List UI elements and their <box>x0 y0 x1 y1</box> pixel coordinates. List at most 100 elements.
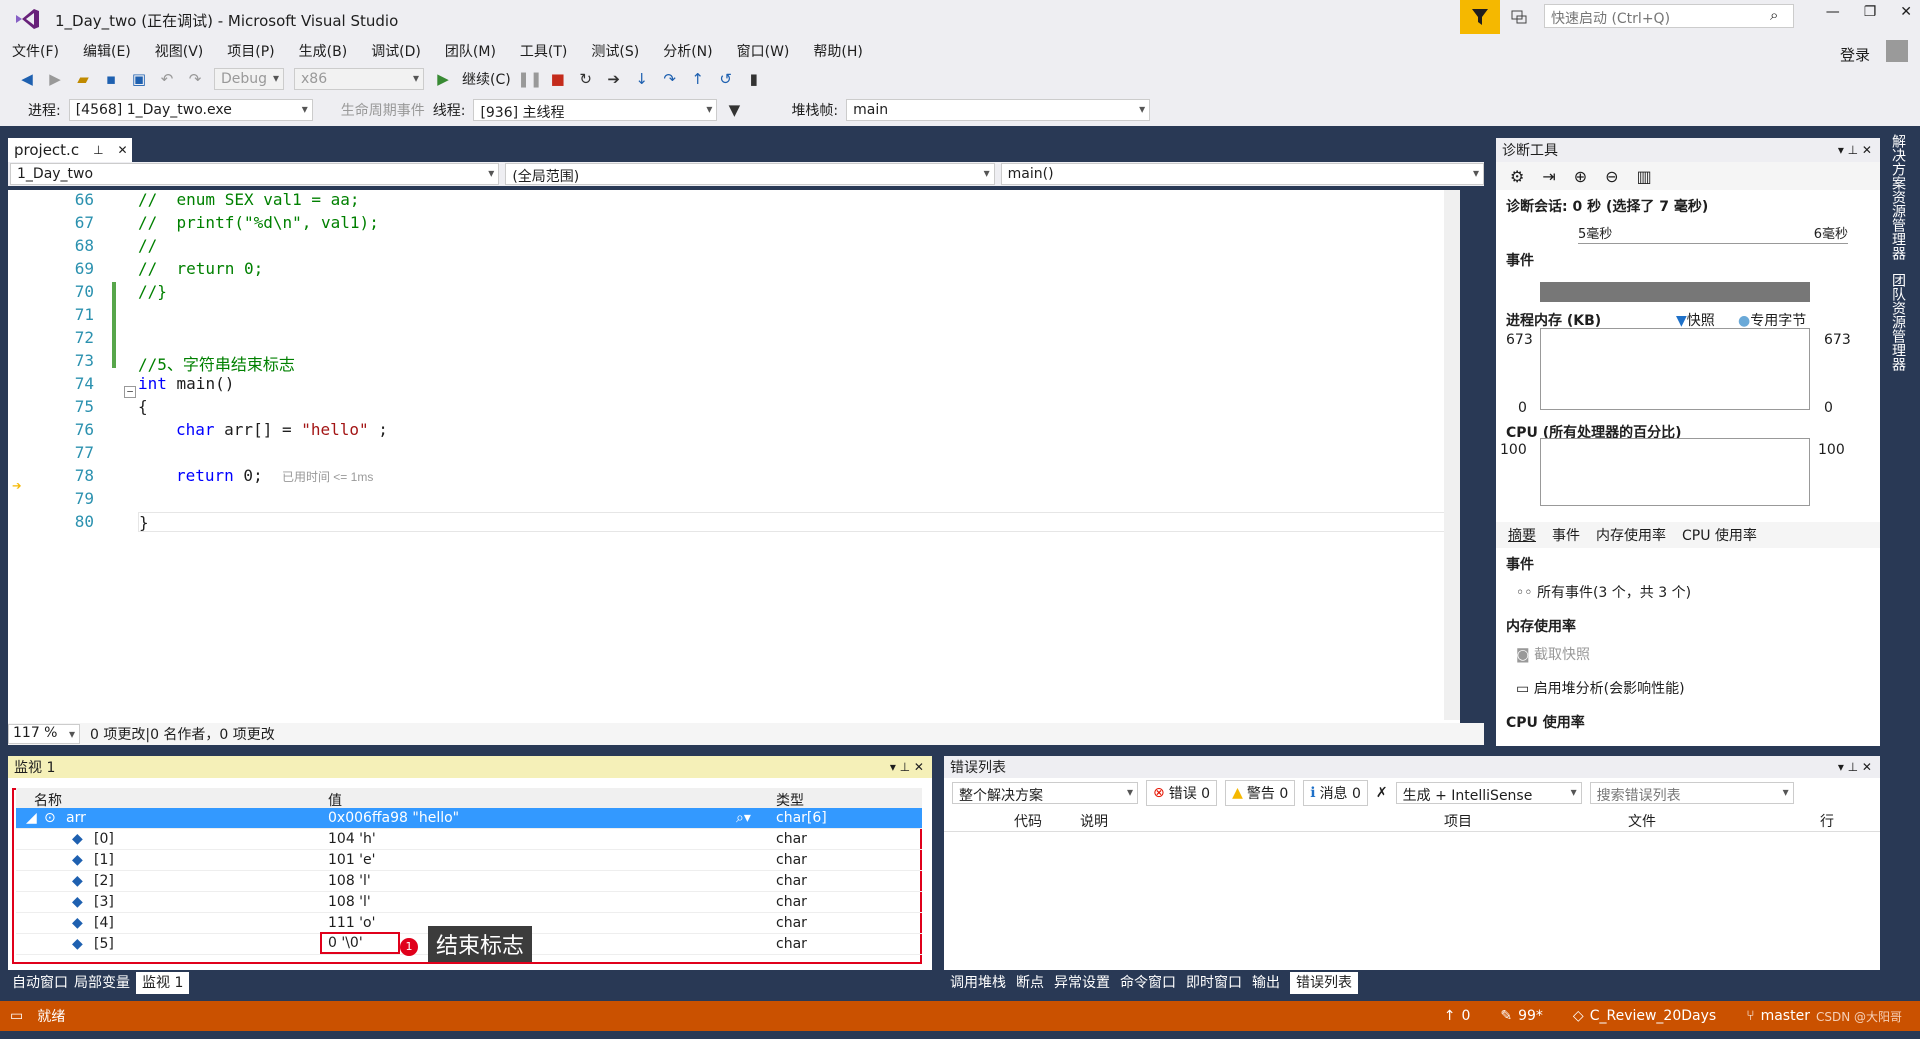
thread-dropdown[interactable]: [936] 主线程 <box>473 99 718 121</box>
menu-analyze[interactable]: 分析(N) <box>663 41 712 61</box>
clear-filter-icon[interactable]: ✗ <box>1376 785 1388 801</box>
column-line[interactable]: 行 <box>1820 811 1834 831</box>
vertical-scrollbar[interactable] <box>1444 190 1460 720</box>
column-name[interactable]: 名称 <box>34 790 62 810</box>
hot-reload-icon[interactable]: ↺ <box>717 70 735 88</box>
save-all-icon[interactable]: ▣ <box>130 70 148 88</box>
configuration-dropdown[interactable]: Debug <box>214 68 284 90</box>
perf-tip[interactable]: 已用时间 <= 1ms <box>282 470 373 484</box>
maximize-button[interactable]: ❐ <box>1864 4 1877 20</box>
table-row[interactable]: ◢ ⊙ arr 0x006ffa98 "hello" ⌕▾ char[6] <box>16 808 922 829</box>
back-icon[interactable]: ◀ <box>18 70 36 88</box>
menu-test[interactable]: 测试(S) <box>591 41 639 61</box>
menu-edit[interactable]: 编辑(E) <box>83 41 131 61</box>
menu-help[interactable]: 帮助(H) <box>813 41 862 61</box>
menu-team[interactable]: 团队(M) <box>445 41 496 61</box>
messages-filter-button[interactable]: ℹ 消息 0 <box>1303 780 1368 806</box>
publish-icon[interactable]: ↑ <box>1444 1008 1456 1024</box>
close-icon[interactable]: ▾ ⊥ ✕ <box>1838 760 1872 774</box>
cell-value[interactable]: 104 'h' <box>328 831 376 847</box>
tab-memory[interactable]: 内存使用率 <box>1596 525 1666 545</box>
redo-icon[interactable]: ↷ <box>186 70 204 88</box>
branch-icon[interactable]: ⑂ <box>1746 1008 1754 1024</box>
code-editor[interactable]: ➔ − 66 // enum SEX val1 = aa; 67 // prin… <box>8 190 1460 730</box>
stack-frame-dropdown[interactable]: main <box>846 99 1151 121</box>
step-over-icon[interactable]: ↷ <box>661 70 679 88</box>
stop-icon[interactable]: ■ <box>549 70 567 88</box>
build-source-dropdown[interactable]: 生成 + IntelliSense <box>1395 782 1582 804</box>
heap-profiling-checkbox[interactable]: ▭ 启用堆分析(会影响性能) <box>1516 678 1685 698</box>
column-value[interactable]: 值 <box>328 790 342 810</box>
cell-value[interactable]: 111 'o' <box>328 915 375 931</box>
collapse-icon[interactable]: − <box>124 386 136 398</box>
table-row[interactable]: ◆ [2] 108 'l' char <box>16 871 922 892</box>
column-description[interactable]: 说明 <box>1080 811 1108 831</box>
menu-build[interactable]: 生成(B) <box>299 41 348 61</box>
tab-output[interactable]: 输出 <box>1252 972 1280 994</box>
table-row[interactable]: ◆ [1] 101 'e' char <box>16 850 922 871</box>
notification-filter-icon[interactable] <box>1460 0 1500 34</box>
function-dropdown[interactable]: main() <box>1000 163 1484 185</box>
close-icon[interactable]: ▾ ⊥ ✕ <box>890 760 924 774</box>
save-icon[interactable]: ▪ <box>102 70 120 88</box>
zoom-out-icon[interactable]: ⊖ <box>1605 167 1618 186</box>
errors-filter-button[interactable]: ⊗ 错误 0 <box>1146 780 1218 806</box>
magnifier-icon[interactable]: ⌕▾ <box>736 810 751 826</box>
tab-exception-settings[interactable]: 异常设置 <box>1054 972 1110 994</box>
process-dropdown[interactable]: [4568] 1_Day_two.exe <box>68 99 313 121</box>
tab-breakpoints[interactable]: 断点 <box>1016 972 1044 994</box>
repo-icon[interactable]: ◇ <box>1573 1008 1584 1024</box>
pause-icon[interactable]: ❚❚ <box>517 70 542 88</box>
all-events-link[interactable]: ◦◦ 所有事件(3 个，共 3 个) <box>1516 582 1691 602</box>
tab-summary[interactable]: 摘要 <box>1508 525 1536 545</box>
pin-icon[interactable]: ⊥ <box>93 143 103 157</box>
column-file[interactable]: 文件 <box>1628 811 1656 831</box>
project-dropdown[interactable]: 1_Day_two <box>10 163 500 185</box>
scope-dropdown[interactable]: (全局范围) <box>505 163 995 185</box>
column-code[interactable]: 代码 <box>1014 811 1042 831</box>
menu-view[interactable]: 视图(V) <box>155 41 204 61</box>
forward-icon[interactable]: ▶ <box>46 70 64 88</box>
tab-project-c[interactable]: project.c ⊥ ✕ <box>8 138 132 162</box>
repository-name[interactable]: C_Review_20Days <box>1590 1008 1716 1024</box>
timeline-ruler[interactable]: 5毫秒 6毫秒 <box>1578 222 1848 244</box>
menu-project[interactable]: 项目(P) <box>227 41 274 61</box>
tab-error-list[interactable]: 错误列表 <box>1290 972 1358 994</box>
lifecycle-events-button[interactable]: 生命周期事件 <box>341 100 425 120</box>
filter-icon[interactable]: ▼ <box>725 101 743 119</box>
tab-locals[interactable]: 局部变量 <box>74 972 130 994</box>
tab-command-window[interactable]: 命令窗口 <box>1120 972 1176 994</box>
pending-changes-count[interactable]: 99* <box>1518 1008 1543 1024</box>
cell-value[interactable]: 108 'l' <box>328 873 371 889</box>
menu-window[interactable]: 窗口(W) <box>737 41 790 61</box>
take-snapshot-button[interactable]: ◙ 截取快照 <box>1516 644 1590 664</box>
column-project[interactable]: 项目 <box>1444 811 1472 831</box>
step-into-icon[interactable]: ↓ <box>633 70 651 88</box>
menu-debug[interactable]: 调试(D) <box>371 41 421 61</box>
codelens-changes[interactable]: 0 项更改|0 名作者，0 项更改 <box>90 724 275 744</box>
zoom-dropdown[interactable]: 117 % <box>8 724 80 744</box>
show-next-statement-icon[interactable]: ➔ <box>605 70 623 88</box>
warnings-filter-button[interactable]: ▲ 警告 0 <box>1225 780 1296 806</box>
continue-button[interactable]: 继续(C) <box>462 69 511 89</box>
continue-icon[interactable]: ▶ <box>434 70 452 88</box>
tab-call-stack[interactable]: 调用堆栈 <box>950 972 1006 994</box>
table-row[interactable]: ◆ [0] 104 'h' char <box>16 829 922 850</box>
cell-value[interactable]: 108 'l' <box>328 894 371 910</box>
collapse-icon[interactable]: ◢ <box>26 810 37 826</box>
close-icon[interactable]: ▾ ⊥ ✕ <box>1838 143 1872 157</box>
zoom-in-icon[interactable]: ⊕ <box>1574 167 1587 186</box>
open-folder-icon[interactable]: ▰ <box>74 70 92 88</box>
events-track[interactable] <box>1540 282 1810 302</box>
feedback-icon[interactable] <box>1510 8 1528 26</box>
bookmark-icon[interactable]: ▮ <box>745 70 763 88</box>
cell-value[interactable]: 0x006ffa98 "hello" <box>328 810 459 826</box>
table-row[interactable]: ◆ [3] 108 'l' char <box>16 892 922 913</box>
restart-icon[interactable]: ↻ <box>577 70 595 88</box>
tab-immediate-window[interactable]: 即时窗口 <box>1186 972 1242 994</box>
undo-icon[interactable]: ↶ <box>158 70 176 88</box>
tab-watch1[interactable]: 监视 1 <box>136 972 190 994</box>
unpublished-count[interactable]: 0 <box>1461 1008 1470 1024</box>
memory-graph[interactable] <box>1540 328 1810 410</box>
close-button[interactable]: ✕ <box>1900 4 1912 20</box>
